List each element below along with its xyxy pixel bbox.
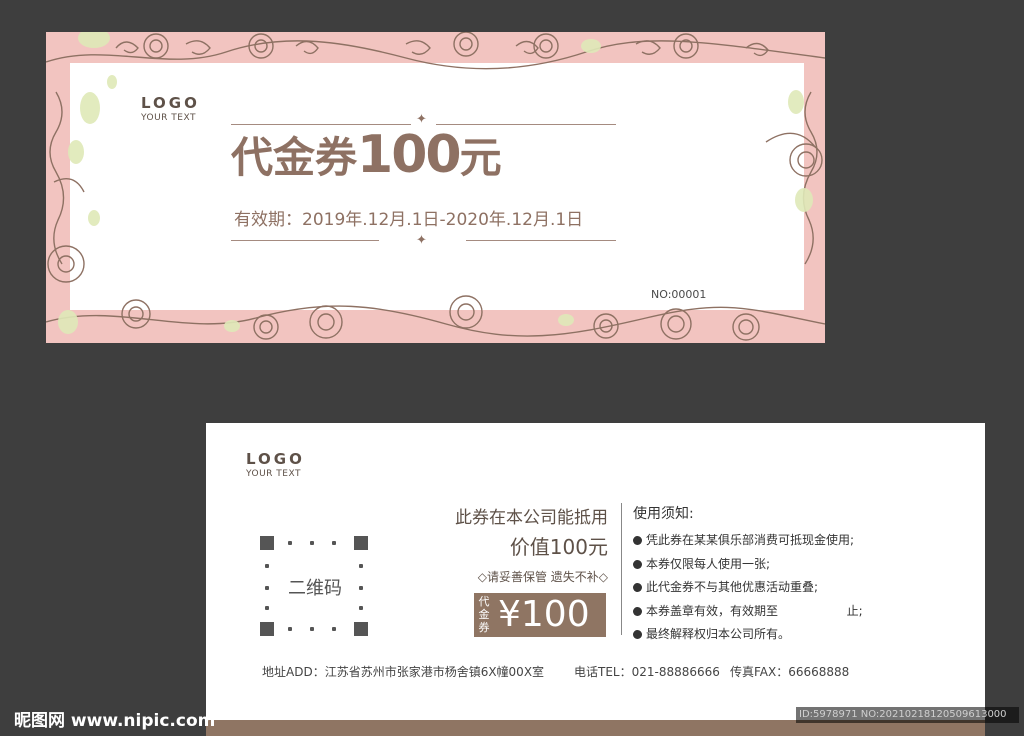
star-icon: ✦ <box>416 233 427 248</box>
logo-text: LOGO <box>246 450 305 468</box>
rule-item: 凭此券在某某俱乐部消费可抵现金使用; <box>633 529 863 553</box>
watermark-site: 昵图网 www.nipic.com <box>14 711 216 731</box>
bullet-icon <box>633 630 642 639</box>
bullet-icon <box>633 606 642 616</box>
qr-corner <box>354 622 368 636</box>
price-value: ¥100 <box>498 594 590 635</box>
validity-period: 有效期：2019年.12月.1日-2020年.12月.1日 <box>234 210 584 230</box>
serial-number: NO:00001 <box>651 288 707 301</box>
divider-line <box>466 240 616 241</box>
price-tag: 代金券 ¥100 <box>474 593 606 637</box>
phone: 电话TEL：021-88886666 <box>574 665 720 679</box>
usage-rules: 使用须知: 凭此券在某某俱乐部消费可抵现金使用; 本券仅限每人使用一张; 此代金… <box>633 503 863 647</box>
title-label: 代金券 <box>231 133 358 182</box>
address: 地址ADD：江苏省苏州市张家港市杨舍镇6X幢00X室 <box>262 665 545 679</box>
divider-line <box>231 240 379 241</box>
rule-item: 此代金券不与其他优惠活动重叠; <box>633 576 863 600</box>
front-logo: LOGO YOUR TEXT <box>141 94 200 123</box>
voucher-front: LOGO YOUR TEXT ✦ ✦ 代金券100元 有效期：2019年.12月… <box>46 32 825 343</box>
watermark-id: ID:5978971 NO:20210218120509613000 <box>796 707 1019 723</box>
voucher-back: LOGO YOUR TEXT 二维码 此券在本公司能抵用 价值100元 ◇请妥善… <box>206 423 985 720</box>
qr-label: 二维码 <box>288 578 342 599</box>
logo-text: LOGO <box>141 94 200 112</box>
logo-subtext: YOUR TEXT <box>141 113 196 123</box>
fax: 传真FAX：66668888 <box>730 665 850 679</box>
offset-line-1: 此券在本公司能抵用 <box>455 508 608 528</box>
bullet-icon <box>633 583 642 592</box>
qr-corner <box>260 536 274 550</box>
offset-line-2: 价值100元 <box>509 535 608 559</box>
rule-item: 本券仅限每人使用一张; <box>633 553 863 577</box>
vertical-divider <box>621 503 622 635</box>
price-label: 代金券 <box>478 595 490 634</box>
qr-corner <box>260 622 274 636</box>
qr-code-placeholder: 二维码 <box>260 536 370 636</box>
rule-item: 本券盖章有效，有效期至 止; <box>633 600 863 624</box>
back-logo: LOGO YOUR TEXT <box>246 450 305 479</box>
logo-subtext: YOUR TEXT <box>246 469 301 479</box>
rule-item: 最终解释权归本公司所有。 <box>633 623 863 647</box>
bullet-icon <box>633 536 642 545</box>
rules-title: 使用须知: <box>633 506 694 522</box>
qr-corner <box>354 536 368 550</box>
title-amount: 100 <box>357 125 462 185</box>
floral-border-decoration <box>46 32 825 341</box>
bullet-icon <box>633 559 642 569</box>
keep-note: ◇请妥善保管 遗失不补◇ <box>477 570 608 584</box>
title-unit: 元 <box>459 133 502 182</box>
offset-info: 此券在本公司能抵用 价值100元 ◇请妥善保管 遗失不补◇ <box>436 503 608 585</box>
voucher-title: 代金券100元 <box>231 124 631 185</box>
